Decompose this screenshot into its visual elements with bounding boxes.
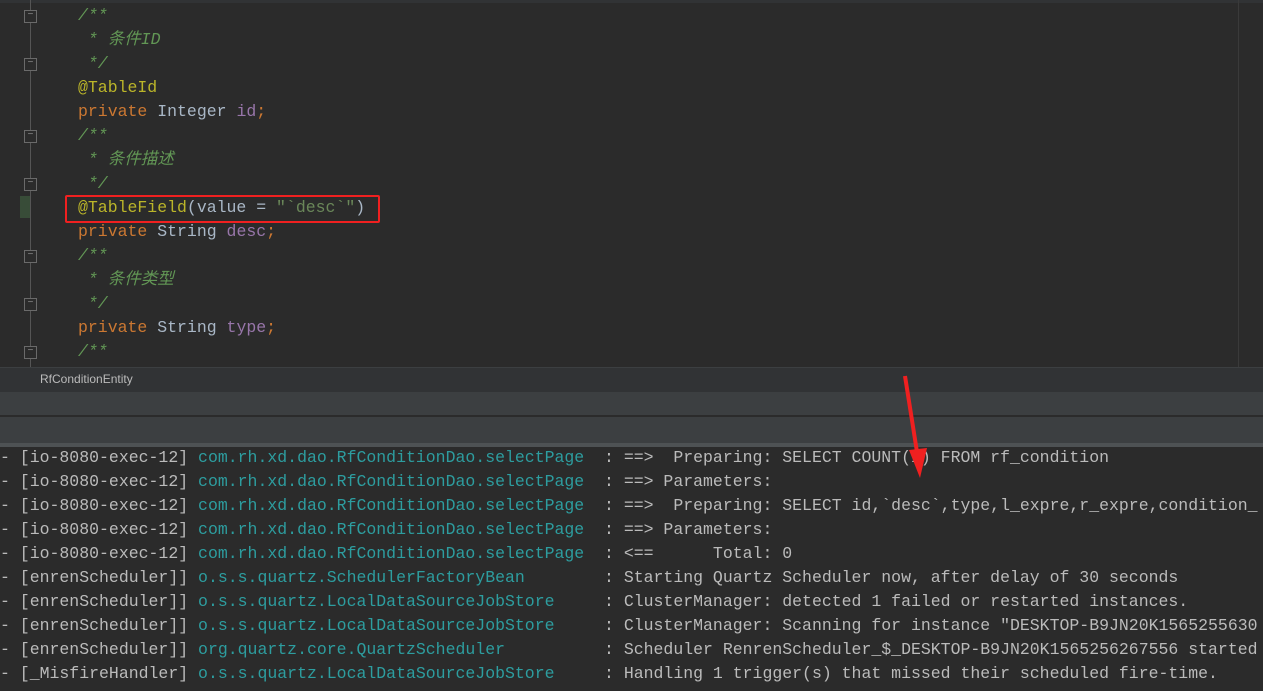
log-logger-link[interactable]: com.rh.xd.dao.RfConditionDao.selectPage [198,472,604,491]
log-line: - [_MisfireHandler] o.s.s.quartz.LocalDa… [0,662,1218,686]
log-logger-link[interactable]: com.rh.xd.dao.RfConditionDao.selectPage [198,448,604,467]
editor-top-border [0,0,1263,3]
code-line[interactable]: * 条件ID [78,28,161,52]
code-line[interactable]: */ [78,292,108,316]
log-logger-link[interactable]: o.s.s.quartz.LocalDataSourceJobStore [198,592,604,611]
highlight-annotation-box [65,195,380,223]
code-line[interactable]: */ [78,172,108,196]
code-line[interactable]: /** [78,340,108,364]
log-message: : ClusterManager: Scanning for instance … [604,616,1258,635]
code-line[interactable]: private Integer id; [78,100,266,124]
doc-comment: /** [78,126,108,145]
breadcrumb-class[interactable]: RfConditionEntity [40,372,133,386]
log-line: - [io-8080-exec-12] com.rh.xd.dao.RfCond… [0,494,1258,518]
fold-icon[interactable]: − [24,58,37,71]
doc-comment: * 条件类型 [78,270,174,289]
log-line: - [io-8080-exec-12] com.rh.xd.dao.RfCond… [0,542,792,566]
log-logger-link[interactable]: org.quartz.core.QuartzScheduler [198,640,604,659]
log-message: : <== Total: 0 [604,544,793,563]
code-line[interactable]: private String type; [78,316,276,340]
doc-comment: /** [78,6,108,25]
log-thread: - [io-8080-exec-12] [0,520,199,539]
log-message: : Handling 1 trigger(s) that missed thei… [604,664,1218,683]
log-message: : ==> Parameters: [604,520,783,539]
log-logger-link[interactable]: o.s.s.quartz.LocalDataSourceJobStore [198,616,604,635]
console-output[interactable]: - [io-8080-exec-12] com.rh.xd.dao.RfCond… [0,447,1263,691]
log-message: : ClusterManager: detected 1 failed or r… [604,592,1189,611]
doc-comment: * 条件描述 [78,150,174,169]
doc-comment: */ [78,54,108,73]
doc-comment: /** [78,342,108,361]
keyword: private [78,102,148,121]
annotation: @TableId [78,78,158,97]
log-thread: - [enrenScheduler]] [0,592,199,611]
code-line[interactable]: * 条件类型 [78,268,174,292]
code-line[interactable]: /** [78,244,108,268]
log-line: - [io-8080-exec-12] com.rh.xd.dao.RfCond… [0,518,782,542]
type-name: String [157,222,217,241]
log-message: : ==> Preparing: SELECT COUNT(1) FROM rf… [604,448,1109,467]
code-line[interactable]: /** [78,4,108,28]
log-thread: - [io-8080-exec-12] [0,544,199,563]
log-logger-link[interactable]: o.s.s.quartz.LocalDataSourceJobStore [198,664,604,683]
log-logger-link[interactable]: o.s.s.quartz.SchedulerFactoryBean [198,568,604,587]
log-thread: - [enrenScheduler]] [0,568,199,587]
semicolon: ; [266,318,277,337]
semicolon: ; [266,222,277,241]
right-margin-guide [1238,0,1239,367]
code-line[interactable]: */ [78,52,108,76]
log-thread: - [enrenScheduler]] [0,640,199,659]
log-line: - [io-8080-exec-12] com.rh.xd.dao.RfCond… [0,470,782,494]
doc-comment: * 条件ID [78,30,161,49]
log-message: : Scheduler RenrenScheduler_$_DESKTOP-B9… [604,640,1258,659]
doc-comment: */ [78,174,108,193]
log-message: : ==> Parameters: [604,472,783,491]
fold-icon[interactable]: − [24,178,37,191]
code-editor[interactable]: − − − − − − − /** * 条件ID */ @TableId priva… [0,0,1263,367]
log-thread: - [io-8080-exec-12] [0,496,199,515]
field-name: id [236,102,257,121]
log-line: - [enrenScheduler]] o.s.s.quartz.LocalDa… [0,614,1258,638]
semicolon: ; [256,102,267,121]
type-name: Integer [157,102,227,121]
doc-comment: /** [78,246,108,265]
code-line[interactable]: /** [78,124,108,148]
log-message: : Starting Quartz Scheduler now, after d… [604,568,1179,587]
keyword: private [78,318,148,337]
log-message: : ==> Preparing: SELECT id,`desc`,type,l… [604,496,1258,515]
log-thread: - [io-8080-exec-12] [0,448,199,467]
log-line: - [enrenScheduler]] org.quartz.core.Quar… [0,638,1258,662]
code-line[interactable]: * 条件描述 [78,148,174,172]
fold-icon[interactable]: − [24,346,37,359]
log-thread: - [enrenScheduler]] [0,616,199,635]
log-line: - [enrenScheduler]] o.s.s.quartz.Schedul… [0,566,1178,590]
console-toolbar [0,417,1263,443]
type-name: String [157,318,217,337]
log-thread: - [_MisfireHandler] [0,664,199,683]
doc-comment: */ [78,294,108,313]
log-logger-link[interactable]: com.rh.xd.dao.RfConditionDao.selectPage [198,520,604,539]
field-name: desc [226,222,267,241]
keyword: private [78,222,148,241]
fold-icon[interactable]: − [24,130,37,143]
log-line: - [io-8080-exec-12] com.rh.xd.dao.RfCond… [0,447,1109,470]
log-logger-link[interactable]: com.rh.xd.dao.RfConditionDao.selectPage [198,496,604,515]
fold-icon[interactable]: − [24,298,37,311]
fold-icon[interactable]: − [24,250,37,263]
tool-window-header [0,392,1263,416]
code-line[interactable]: @TableId [78,76,157,100]
log-thread: - [io-8080-exec-12] [0,472,199,491]
log-logger-link[interactable]: com.rh.xd.dao.RfConditionDao.selectPage [198,544,604,563]
fold-icon[interactable]: − [24,10,37,23]
changed-line-marker [20,196,30,218]
field-name: type [226,318,267,337]
log-line: - [enrenScheduler]] o.s.s.quartz.LocalDa… [0,590,1188,614]
breadcrumb: RfConditionEntity [0,367,1263,392]
code-line[interactable]: private String desc; [78,220,276,244]
